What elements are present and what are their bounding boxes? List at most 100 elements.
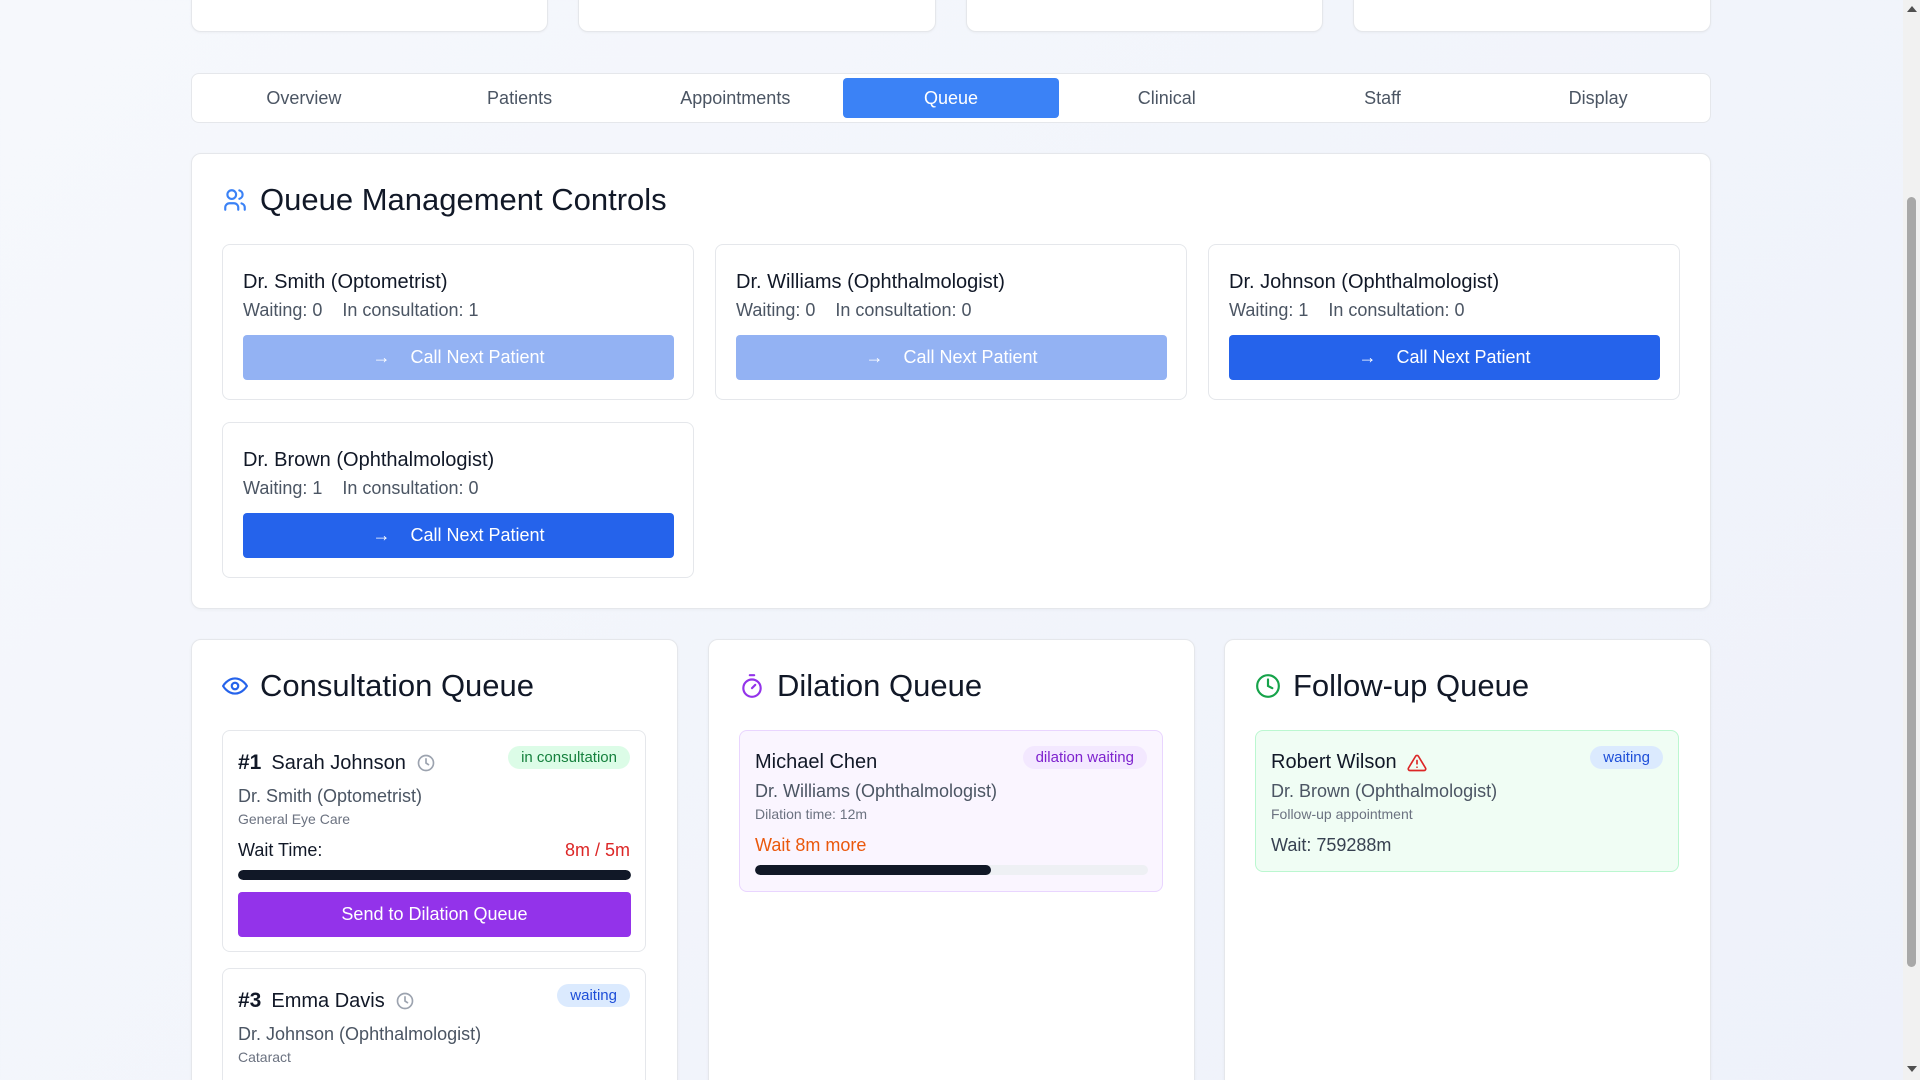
appointment-type: Cataract bbox=[238, 1049, 291, 1065]
clock-icon bbox=[1256, 674, 1280, 698]
clock-icon bbox=[396, 992, 414, 1010]
queue-number: #1 bbox=[238, 751, 262, 774]
tab-display[interactable]: Display bbox=[1490, 78, 1706, 118]
scroll-up-arrow[interactable] bbox=[1907, 6, 1917, 12]
doctor-name: Dr. Johnson (Ophthalmologist) bbox=[238, 1024, 482, 1044]
consultation-count: In consultation: 0 bbox=[835, 300, 972, 320]
doctor-name: Dr. Smith (Optometrist) bbox=[238, 786, 423, 806]
call-next-patient-button[interactable]: → Call Next Patient bbox=[243, 335, 674, 380]
doctor-card: Dr. Brown (Ophthalmologist) Waiting: 1 I… bbox=[222, 422, 694, 578]
scroll-thumb[interactable] bbox=[1907, 197, 1916, 967]
button-label: Call Next Patient bbox=[410, 525, 545, 545]
tab-queue[interactable]: Queue bbox=[843, 78, 1059, 118]
status-badge: waiting bbox=[557, 984, 630, 1007]
doctor-stats: Waiting: 1 In consultation: 0 bbox=[243, 478, 479, 499]
patient-name: Michael Chen bbox=[755, 751, 878, 773]
doctor-card: Dr. Smith (Optometrist) Waiting: 0 In co… bbox=[222, 244, 694, 400]
call-next-patient-button[interactable]: → Call Next Patient bbox=[243, 513, 674, 558]
stat-card bbox=[191, 0, 548, 32]
page: Overview Patients Appointments Queue Cli… bbox=[0, 0, 1920, 1080]
section-title: Follow-up Queue bbox=[1293, 668, 1530, 703]
patient-name-row: #1 Sarah Johnson bbox=[238, 751, 436, 775]
waiting-count: Waiting: 1 bbox=[243, 478, 323, 498]
arrow-right-icon: → bbox=[372, 525, 391, 545]
consultation-count: In consultation: 0 bbox=[342, 478, 479, 498]
consultation-queue-heading: Consultation Queue bbox=[222, 668, 534, 704]
dilation-queue-heading: Dilation Queue bbox=[739, 668, 982, 704]
patient-name-row: Robert Wilson bbox=[1271, 751, 1427, 774]
doctor-card: Dr. Williams (Ophthalmologist) Waiting: … bbox=[715, 244, 1187, 400]
patient-name-row: #3 Emma Davis bbox=[238, 989, 415, 1013]
patient-name: Emma Davis bbox=[271, 989, 385, 1012]
section-title: Dilation Queue bbox=[777, 668, 983, 703]
call-next-patient-button[interactable]: → Call Next Patient bbox=[1229, 335, 1660, 380]
tab-patients[interactable]: Patients bbox=[412, 78, 628, 118]
section-title: Queue Management Controls bbox=[260, 182, 667, 217]
tab-overview[interactable]: Overview bbox=[196, 78, 412, 118]
button-label: Call Next Patient bbox=[1396, 347, 1531, 367]
doctor-name: Dr. Williams (Ophthalmologist) bbox=[736, 271, 1005, 293]
queue-number: #3 bbox=[238, 989, 262, 1012]
wait-time: Wait: 759288m bbox=[1271, 835, 1392, 855]
queue-item[interactable]: #1 Sarah Johnson in consultation Dr. Smi… bbox=[222, 730, 646, 952]
queue-item[interactable]: Robert Wilson waiting Dr. Brown (Ophthal… bbox=[1255, 730, 1679, 872]
queue-item[interactable]: Michael Chen dilation waiting Dr. Willia… bbox=[739, 730, 1163, 892]
status-badge: in consultation bbox=[508, 746, 630, 769]
dilation-queue-card: Dilation Queue Michael Chen dilation wai… bbox=[708, 639, 1195, 1080]
timer-icon bbox=[742, 674, 762, 698]
section-title: Consultation Queue bbox=[260, 668, 535, 703]
wait-time-value: 8m / 5m bbox=[564, 840, 630, 860]
arrow-right-icon: → bbox=[865, 347, 884, 367]
alert-triangle-icon bbox=[1407, 754, 1427, 771]
doctor-name: Dr. Johnson (Ophthalmologist) bbox=[1229, 271, 1500, 293]
doctor-name: Dr. Brown (Ophthalmologist) bbox=[1271, 781, 1498, 801]
wait-remaining: Wait 8m more bbox=[755, 835, 867, 855]
appointment-type: Follow-up appointment bbox=[1271, 806, 1413, 822]
doctor-name: Dr. Smith (Optometrist) bbox=[243, 271, 448, 293]
button-label: Call Next Patient bbox=[903, 347, 1038, 367]
queue-controls-card: Queue Management Controls Dr. Smith (Opt… bbox=[191, 153, 1711, 609]
waiting-count: Waiting: 0 bbox=[243, 300, 323, 320]
eye-icon bbox=[222, 677, 248, 695]
doctor-stats: Waiting: 0 In consultation: 1 bbox=[243, 300, 479, 321]
button-label: Send to Dilation Queue bbox=[341, 904, 528, 924]
vertical-scrollbar[interactable] bbox=[1903, 0, 1920, 1080]
stat-card bbox=[966, 0, 1323, 32]
doctor-stats: Waiting: 0 In consultation: 0 bbox=[736, 300, 972, 321]
button-label: Call Next Patient bbox=[410, 347, 545, 367]
doctor-card: Dr. Johnson (Ophthalmologist) Waiting: 1… bbox=[1208, 244, 1680, 400]
consultation-count: In consultation: 0 bbox=[1328, 300, 1465, 320]
queue-item[interactable]: #3 Emma Davis waiting Dr. Johnson (Ophth… bbox=[222, 968, 646, 1080]
scroll-down-arrow[interactable] bbox=[1907, 1066, 1917, 1072]
users-icon bbox=[224, 189, 246, 211]
call-next-patient-button[interactable]: → Call Next Patient bbox=[736, 335, 1167, 380]
patient-name: Robert Wilson bbox=[1271, 751, 1397, 773]
patient-name: Sarah Johnson bbox=[271, 751, 406, 774]
tab-staff[interactable]: Staff bbox=[1275, 78, 1491, 118]
stat-card bbox=[1353, 0, 1711, 32]
queue-controls-heading: Queue Management Controls bbox=[222, 182, 667, 218]
waiting-count: Waiting: 1 bbox=[1229, 300, 1309, 320]
send-to-dilation-button[interactable]: Send to Dilation Queue bbox=[238, 892, 631, 937]
arrow-right-icon: → bbox=[1358, 347, 1377, 367]
doctor-name: Dr. Williams (Ophthalmologist) bbox=[755, 781, 998, 801]
wait-progress-fill bbox=[238, 870, 631, 880]
tab-clinical[interactable]: Clinical bbox=[1059, 78, 1275, 118]
consultation-count: In consultation: 1 bbox=[342, 300, 479, 320]
dilation-progress-fill bbox=[755, 865, 991, 875]
followup-queue-card: Follow-up Queue Robert Wilson waiting Dr… bbox=[1224, 639, 1711, 1080]
followup-queue-heading: Follow-up Queue bbox=[1255, 668, 1529, 704]
tab-bar: Overview Patients Appointments Queue Cli… bbox=[191, 73, 1711, 123]
tab-appointments[interactable]: Appointments bbox=[627, 78, 843, 118]
status-badge: waiting bbox=[1590, 746, 1663, 769]
status-badge: dilation waiting bbox=[1022, 746, 1147, 769]
doctor-stats: Waiting: 1 In consultation: 0 bbox=[1229, 300, 1465, 321]
appointment-type: General Eye Care bbox=[238, 811, 351, 827]
wait-progress bbox=[238, 870, 631, 880]
doctor-name: Dr. Brown (Ophthalmologist) bbox=[243, 449, 495, 471]
stat-card bbox=[578, 0, 936, 32]
clock-icon bbox=[417, 754, 435, 772]
arrow-right-icon: → bbox=[372, 347, 391, 367]
dilation-time: Dilation time: 12m bbox=[755, 806, 868, 822]
waiting-count: Waiting: 0 bbox=[736, 300, 816, 320]
